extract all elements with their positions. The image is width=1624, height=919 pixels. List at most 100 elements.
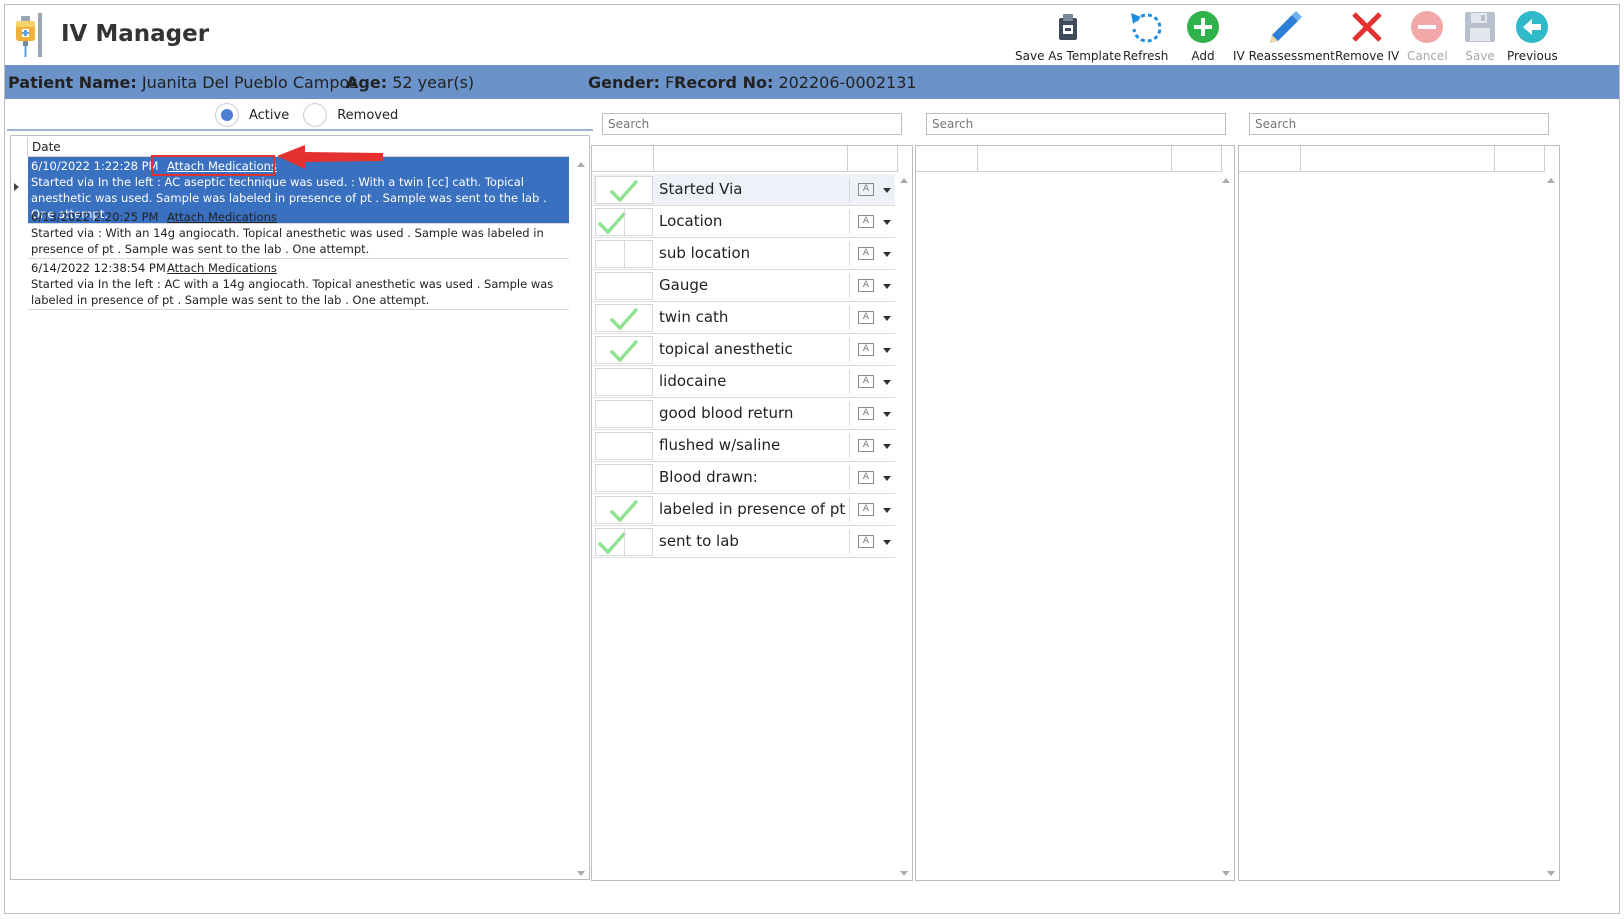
chevron-down-icon[interactable] bbox=[883, 188, 891, 193]
text-field-icon: A bbox=[858, 535, 874, 548]
checklist-row[interactable]: lidocaine A bbox=[593, 366, 895, 398]
chevron-down-icon[interactable] bbox=[883, 476, 891, 481]
chevron-down-icon[interactable] bbox=[883, 316, 891, 321]
text-editor-dropdown[interactable]: A bbox=[849, 530, 895, 554]
checklist-scrollbar[interactable] bbox=[897, 174, 911, 880]
cancel-button[interactable]: Cancel bbox=[1407, 7, 1448, 63]
checklist-checkbox[interactable] bbox=[595, 368, 653, 396]
checklist-item-label: Gauge bbox=[659, 276, 709, 294]
checklist-checkbox[interactable] bbox=[595, 304, 653, 332]
cancel-label: Cancel bbox=[1407, 49, 1448, 63]
checklist-checkbox[interactable] bbox=[595, 400, 653, 428]
chevron-down-icon[interactable] bbox=[883, 444, 891, 449]
header: IV Manager Save As Template Refresh Add … bbox=[5, 5, 1619, 65]
patient-name: Patient Name: Juanita Del Pueblo Campos bbox=[8, 73, 358, 92]
text-editor-dropdown[interactable]: A bbox=[849, 498, 895, 522]
text-editor-dropdown[interactable]: A bbox=[849, 370, 895, 394]
checklist-checkbox[interactable] bbox=[595, 464, 653, 492]
checklist-checkbox[interactable] bbox=[595, 240, 653, 268]
patient-gender-value: F bbox=[665, 73, 675, 92]
history-row[interactable]: 6/13/2022 2:20:25 PM Attach Medications S… bbox=[28, 208, 569, 259]
checklist-row[interactable]: Location A bbox=[593, 206, 895, 238]
details-grid bbox=[915, 145, 1235, 881]
iv-reassessment-button[interactable]: IV Reassessment bbox=[1233, 7, 1335, 63]
scroll-down-icon[interactable] bbox=[900, 871, 908, 876]
checklist-row[interactable]: labeled in presence of pt A bbox=[593, 494, 895, 526]
text-editor-dropdown[interactable]: A bbox=[849, 338, 895, 362]
chevron-down-icon[interactable] bbox=[883, 412, 891, 417]
iv-reassessment-label: IV Reassessment bbox=[1233, 49, 1335, 63]
checklist-row[interactable]: twin cath A bbox=[593, 302, 895, 334]
checklist-row[interactable]: good blood return A bbox=[593, 398, 895, 430]
text-field-icon: A bbox=[858, 343, 874, 356]
text-editor-dropdown[interactable]: A bbox=[849, 210, 895, 234]
removed-radio[interactable] bbox=[303, 103, 328, 127]
patient-name-label: Patient Name: bbox=[8, 73, 137, 92]
text-editor-dropdown[interactable]: A bbox=[849, 242, 895, 266]
remove-iv-button[interactable]: Remove IV bbox=[1335, 7, 1399, 63]
checklist-item-label: labeled in presence of pt bbox=[659, 500, 846, 518]
checklist-checkbox[interactable] bbox=[595, 272, 653, 300]
options-search-input[interactable] bbox=[1249, 113, 1549, 135]
checklist-checkbox[interactable] bbox=[595, 336, 653, 364]
history-row[interactable]: 6/14/2022 12:38:54 PMAttach Medications … bbox=[28, 259, 569, 310]
item-column-header bbox=[654, 146, 848, 172]
patient-age-value: 52 year(s) bbox=[392, 73, 475, 92]
checklist-search-input[interactable] bbox=[602, 113, 902, 135]
chevron-down-icon[interactable] bbox=[883, 252, 891, 257]
text-editor-dropdown[interactable]: A bbox=[849, 434, 895, 458]
attach-medications-link[interactable]: Attach Medications bbox=[167, 210, 277, 224]
chevron-down-icon[interactable] bbox=[883, 380, 891, 385]
checklist-checkbox[interactable] bbox=[595, 176, 653, 204]
active-radio[interactable] bbox=[215, 103, 239, 127]
scroll-up-icon[interactable] bbox=[1547, 178, 1555, 183]
details-scrollbar[interactable] bbox=[1219, 174, 1233, 880]
checkmark-icon bbox=[598, 212, 626, 234]
checklist-checkbox[interactable] bbox=[595, 496, 653, 524]
refresh-button[interactable]: Refresh bbox=[1123, 7, 1168, 63]
checklist-checkbox[interactable] bbox=[595, 208, 653, 236]
attach-medications-link[interactable]: Attach Medications bbox=[167, 261, 277, 275]
previous-label: Previous bbox=[1507, 49, 1558, 63]
text-editor-dropdown[interactable]: A bbox=[849, 402, 895, 426]
save-button[interactable]: Save bbox=[1460, 7, 1500, 63]
scroll-up-icon[interactable] bbox=[577, 162, 585, 167]
add-button[interactable]: Add bbox=[1183, 7, 1223, 63]
chevron-down-icon[interactable] bbox=[883, 508, 891, 513]
app-window: IV Manager Save As Template Refresh Add … bbox=[4, 4, 1620, 914]
checklist-item-label: lidocaine bbox=[659, 372, 727, 390]
text-editor-dropdown[interactable]: A bbox=[849, 274, 895, 298]
section-divider bbox=[7, 129, 593, 131]
text-editor-dropdown[interactable]: A bbox=[849, 306, 895, 330]
history-date: 6/14/2022 12:38:54 PM bbox=[31, 261, 166, 275]
text-editor-dropdown[interactable]: A bbox=[849, 466, 895, 490]
details-search-input[interactable] bbox=[926, 113, 1226, 135]
checklist-row[interactable]: Gauge A bbox=[593, 270, 895, 302]
history-scrollbar[interactable] bbox=[574, 158, 588, 880]
checklist-row[interactable]: Started Via A bbox=[593, 174, 895, 206]
checklist-row[interactable]: Blood drawn: A bbox=[593, 462, 895, 494]
checklist-item-label: topical anesthetic bbox=[659, 340, 793, 358]
options-col3-header bbox=[1495, 146, 1545, 172]
scroll-down-icon[interactable] bbox=[577, 871, 585, 876]
options-scrollbar[interactable] bbox=[1544, 174, 1558, 880]
checklist-checkbox[interactable] bbox=[595, 528, 653, 556]
chevron-down-icon[interactable] bbox=[883, 220, 891, 225]
checklist-row[interactable]: topical anesthetic A bbox=[593, 334, 895, 366]
save-as-template-button[interactable]: Save As Template bbox=[1015, 7, 1121, 63]
scroll-up-icon[interactable] bbox=[1222, 178, 1230, 183]
scroll-up-icon[interactable] bbox=[900, 178, 908, 183]
scroll-down-icon[interactable] bbox=[1547, 871, 1555, 876]
text-editor-dropdown[interactable]: A bbox=[849, 178, 895, 202]
checklist-row[interactable]: sent to lab A bbox=[593, 526, 895, 558]
previous-button[interactable]: Previous bbox=[1507, 7, 1558, 63]
checklist-checkbox[interactable] bbox=[595, 432, 653, 460]
chevron-down-icon[interactable] bbox=[883, 284, 891, 289]
chevron-down-icon[interactable] bbox=[883, 348, 891, 353]
checklist-row[interactable]: sub location A bbox=[593, 238, 895, 270]
text-field-icon: A bbox=[858, 439, 874, 452]
details-col3-header bbox=[1172, 146, 1222, 172]
chevron-down-icon[interactable] bbox=[883, 540, 891, 545]
checklist-row[interactable]: flushed w/saline A bbox=[593, 430, 895, 462]
scroll-down-icon[interactable] bbox=[1222, 871, 1230, 876]
